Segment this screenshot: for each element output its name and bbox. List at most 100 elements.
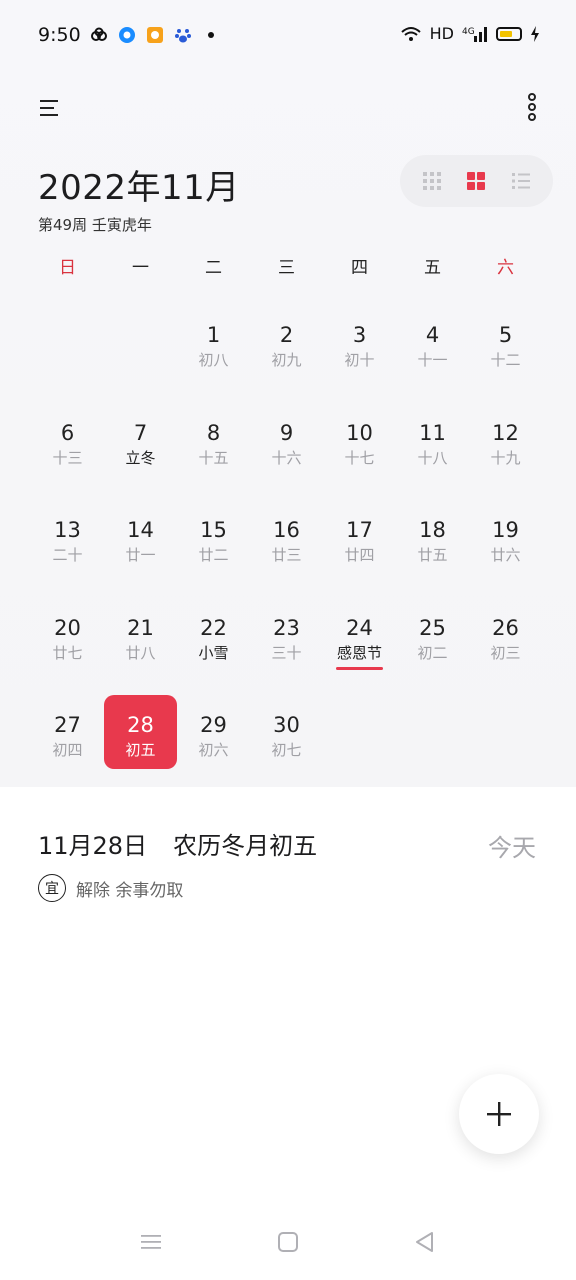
day-cell[interactable]: 26 初三 — [469, 598, 542, 672]
day-cell[interactable]: 21 廿八 — [104, 598, 177, 672]
day-cell[interactable]: 1 初八 — [177, 305, 250, 379]
back-icon[interactable] — [411, 1228, 439, 1256]
home-icon[interactable] — [274, 1228, 302, 1256]
day-number: 9 — [279, 420, 294, 445]
day-cell[interactable]: 16 廿三 — [250, 500, 323, 574]
day-number: 25 — [419, 615, 446, 640]
day-lunar-label: 廿五 — [417, 546, 448, 565]
day-number: 7 — [133, 420, 148, 445]
day-number: 27 — [54, 713, 81, 738]
yi-text: 解除 余事勿取 — [76, 880, 184, 901]
day-lunar-label: 十三 — [52, 448, 83, 467]
day-lunar-label: 感恩节 — [336, 643, 382, 662]
add-event-button[interactable] — [459, 1074, 539, 1154]
selected-date: 11月28日 — [38, 832, 148, 860]
empty-day-cell — [323, 695, 396, 769]
day-cell[interactable]: 22 小雪 — [177, 598, 250, 672]
day-number: 13 — [54, 518, 81, 543]
day-cell[interactable]: 19 廿六 — [469, 500, 542, 574]
week-row: 27 初四 28 初五 29 初六 30 初七 — [31, 695, 543, 793]
day-cell[interactable]: 18 廿五 — [396, 500, 469, 574]
day-cell[interactable]: 20 廿七 — [31, 598, 104, 672]
day-number: 4 — [425, 323, 440, 347]
day-number: 12 — [492, 420, 519, 445]
week-row: 1 初八 2 初九 3 初十 4 十一 5 十二 — [31, 305, 543, 403]
day-number: 28 — [127, 713, 154, 738]
day-lunar-label: 廿二 — [198, 546, 229, 565]
status-bar: 9:50 HD 4G — [0, 0, 576, 70]
day-cell[interactable]: 2 初九 — [250, 305, 323, 379]
day-number: 15 — [200, 518, 227, 543]
signal-icon: 4G — [462, 26, 487, 42]
week-info: 第49周 壬寅虎年 — [38, 216, 152, 234]
day-lunar-label: 十一 — [417, 351, 448, 369]
almanac-row: 宜 解除 余事勿取 — [38, 874, 183, 902]
more-options-icon[interactable] — [520, 92, 544, 122]
status-indicators: HD 4G — [400, 24, 540, 43]
day-lunar-label: 小雪 — [198, 643, 229, 662]
day-lunar-label: 初十 — [344, 351, 375, 369]
day-number: 2 — [279, 323, 294, 347]
day-lunar-label: 廿七 — [52, 643, 83, 662]
day-number: 1 — [206, 323, 221, 347]
day-number: 6 — [60, 420, 75, 445]
day-cell[interactable]: 25 初二 — [396, 598, 469, 672]
day-lunar-label: 廿八 — [125, 643, 156, 662]
week-row: 20 廿七 21 廿八 22 小雪 23 三十 24 感恩节 25 初二 26 初三 — [31, 598, 543, 696]
day-cell[interactable]: 27 初四 — [31, 695, 104, 769]
day-lunar-label: 初三 — [490, 643, 521, 662]
wifi-icon — [400, 26, 421, 41]
list-icon — [511, 173, 530, 189]
week-row: 13 二十 14 廿一 15 廿二 16 廿三 17 廿四 18 廿五 19 廿六 — [31, 500, 543, 598]
day-cell[interactable]: 17 廿四 — [323, 500, 396, 574]
day-number: 22 — [200, 615, 227, 640]
today-button[interactable]: 今天 — [488, 828, 536, 863]
day-lunar-label: 十七 — [344, 448, 375, 467]
day-lunar-label: 廿六 — [490, 546, 521, 565]
weekday-header: 日 一 二 三 四 五 六 — [31, 255, 543, 281]
list-view-button[interactable] — [509, 169, 533, 193]
weekday-tue: 二 — [205, 258, 222, 278]
selected-date-line: 11月28日 农历冬月初五 — [38, 826, 317, 861]
app-icon — [147, 27, 163, 43]
day-cell[interactable]: 11 十八 — [396, 403, 469, 477]
day-lunar-label: 十五 — [198, 448, 229, 467]
day-cell[interactable]: 4 十一 — [396, 305, 469, 379]
recents-icon[interactable] — [137, 1228, 165, 1256]
day-cell[interactable]: 15 廿二 — [177, 500, 250, 574]
day-cell[interactable]: 5 十二 — [469, 305, 542, 379]
day-lunar-label: 初二 — [417, 643, 448, 662]
day-cell[interactable]: 30 初七 — [250, 695, 323, 769]
day-cell[interactable]: 24 感恩节 — [323, 598, 396, 672]
day-cell[interactable]: 8 十五 — [177, 403, 250, 477]
day-lunar-label: 廿四 — [344, 546, 375, 565]
menu-icon[interactable] — [38, 96, 62, 120]
month-title[interactable]: 2022年11月 — [38, 160, 240, 209]
weekday-mon: 一 — [132, 258, 149, 278]
empty-day-cell — [469, 695, 542, 769]
small-grid-view-button[interactable] — [420, 169, 444, 193]
day-cell[interactable]: 12 十九 — [469, 403, 542, 477]
status-app-icons — [90, 26, 220, 44]
day-cell[interactable]: 23 三十 — [250, 598, 323, 672]
day-number: 10 — [346, 420, 373, 445]
day-cell-selected[interactable]: 28 初五 — [104, 695, 177, 770]
month-grid-view-button[interactable] — [464, 169, 488, 193]
day-cell[interactable]: 13 二十 — [31, 500, 104, 574]
day-cell[interactable]: 29 初六 — [177, 695, 250, 769]
notification-dot-icon — [208, 32, 214, 38]
day-cell[interactable]: 14 廿一 — [104, 500, 177, 574]
small-grid-icon — [423, 172, 442, 190]
day-cell[interactable]: 9 十六 — [250, 403, 323, 477]
day-number: 8 — [206, 420, 221, 445]
selected-lunar-date: 农历冬月初五 — [173, 832, 318, 860]
day-cell[interactable]: 7 立冬 — [104, 403, 177, 477]
system-nav-bar — [0, 1220, 576, 1270]
day-number: 16 — [273, 518, 300, 543]
day-lunar-label: 十九 — [490, 448, 521, 467]
day-cell[interactable]: 6 十三 — [31, 403, 104, 477]
weekday-thu: 四 — [351, 258, 368, 278]
day-cell[interactable]: 10 十七 — [323, 403, 396, 477]
day-cell[interactable]: 3 初十 — [323, 305, 396, 379]
cloud-icon — [91, 27, 107, 41]
